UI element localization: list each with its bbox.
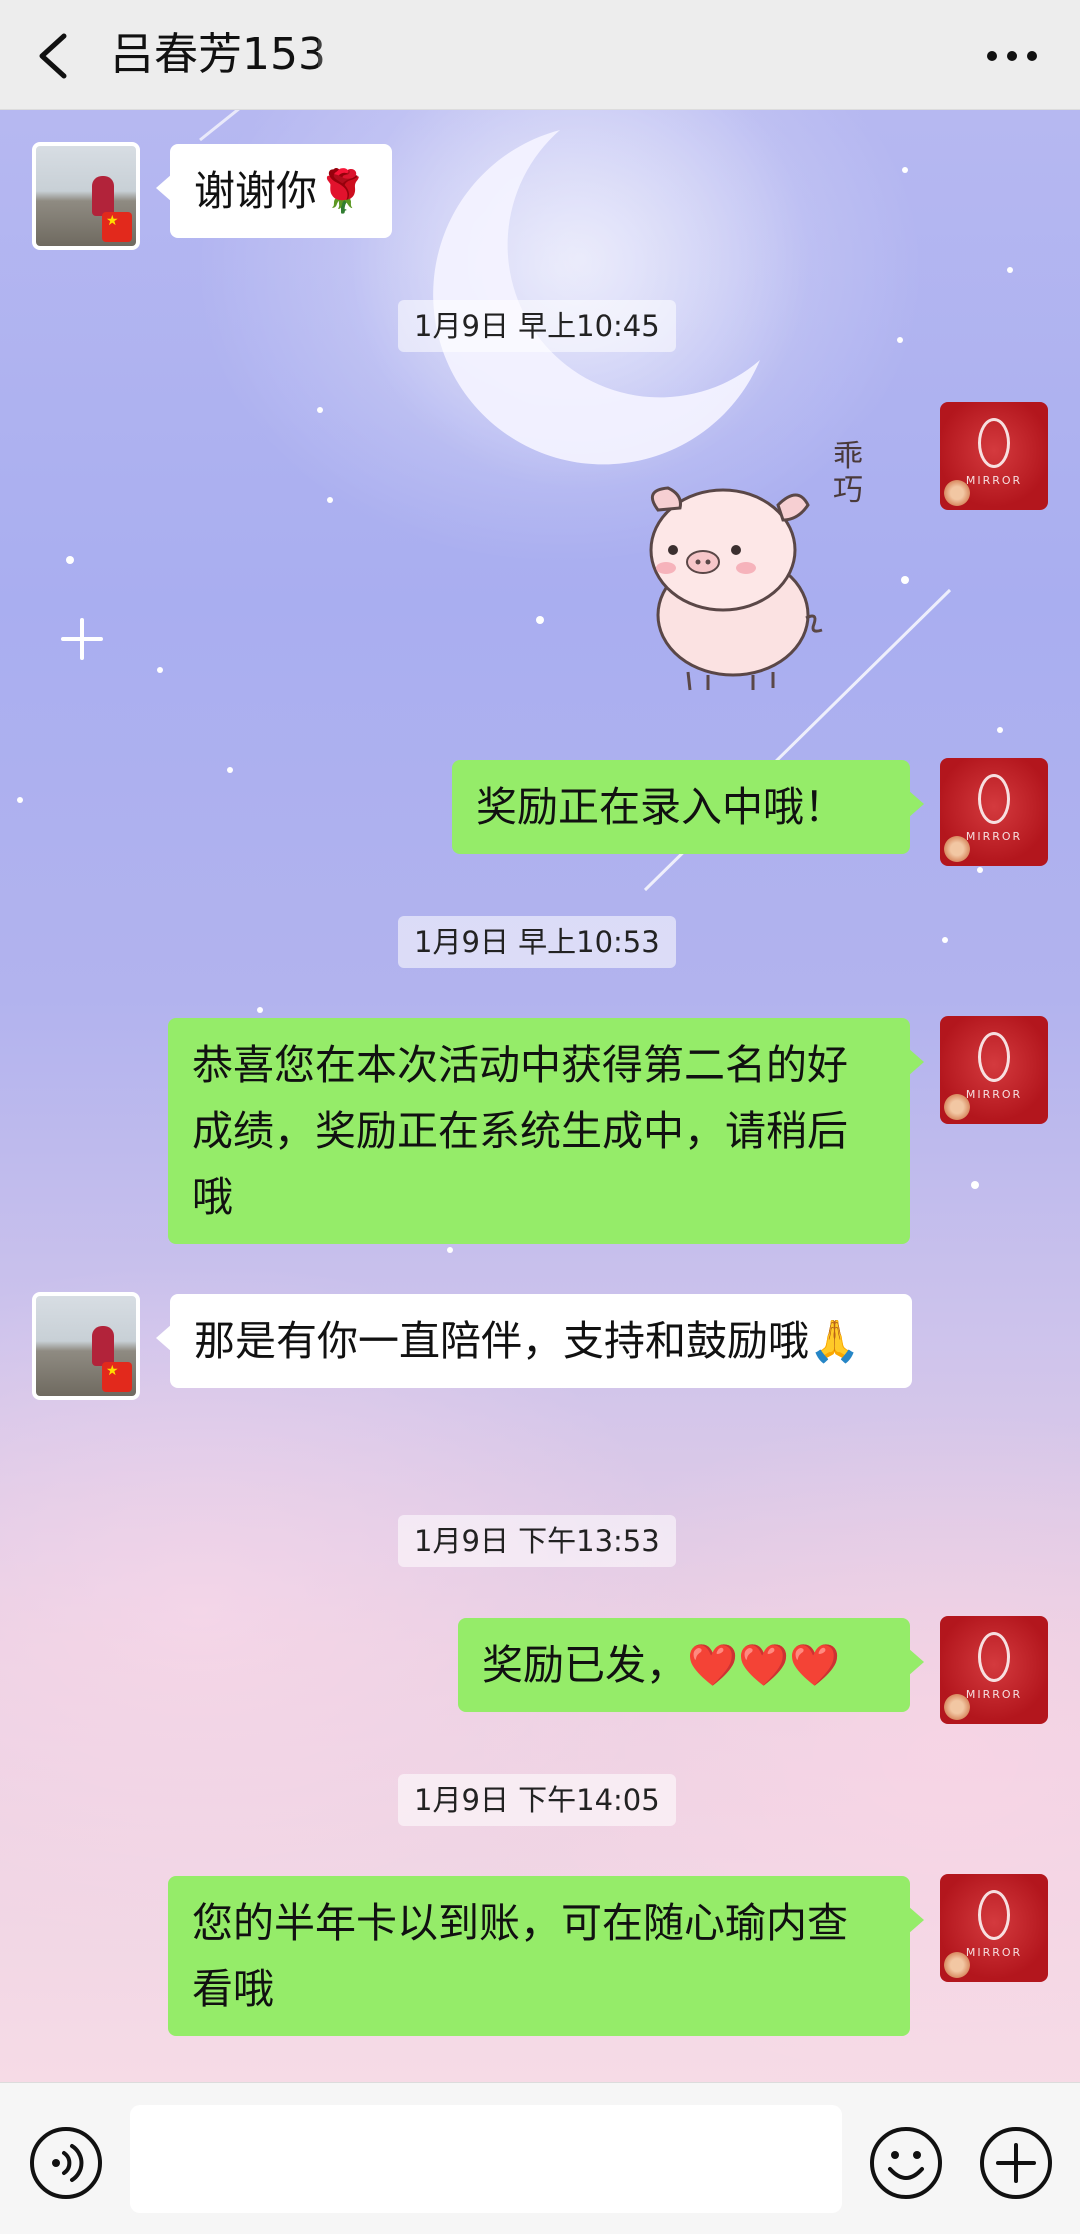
my-avatar[interactable]: MIRROR	[940, 1016, 1048, 1124]
timestamp: 1月9日 早上10:45	[398, 300, 676, 352]
chevron-left-icon	[39, 33, 67, 79]
plus-button[interactable]	[978, 2125, 1054, 2201]
my-avatar[interactable]: MIRROR	[940, 402, 1048, 510]
more-button[interactable]	[984, 36, 1040, 76]
avatar-logo	[978, 418, 1010, 468]
pig-sticker-image	[649, 486, 823, 691]
plus-icon	[980, 2127, 1052, 2199]
my-avatar[interactable]: MIRROR	[940, 1874, 1048, 1982]
contact-avatar[interactable]	[32, 142, 140, 250]
chat-title: 吕春芳153	[110, 29, 326, 80]
chat-header: 吕春芳153	[0, 0, 1080, 110]
avatar-person	[92, 176, 114, 216]
avatar-logo	[978, 1032, 1010, 1082]
input-bar	[0, 2082, 1080, 2234]
emoji-button[interactable]	[868, 2125, 944, 2201]
timestamp: 1月9日 下午13:53	[398, 1515, 676, 1567]
pig-sticker[interactable]: 乖巧	[628, 440, 868, 700]
message-bubble-out[interactable]: 您的半年卡以到账，可在随心瑜内查看哦	[168, 1876, 924, 2036]
timestamp: 1月9日 早上10:53	[398, 916, 676, 968]
message-bubble-in[interactable]: 谢谢你🌹	[155, 144, 393, 238]
message-bubble-out[interactable]: 恭喜您在本次活动中获得第二名的好成绩，奖励正在系统生成中，请稍后哦	[168, 1018, 924, 1244]
voice-icon	[30, 2127, 102, 2199]
avatar-person	[92, 1326, 114, 1366]
flower-icon	[942, 478, 972, 508]
chat-area[interactable]: 谢谢你🌹 1月9日 早上10:45 MIRROR 乖巧 MIRROR 奖励正在录…	[0, 110, 1080, 2082]
sticker-caption: 乖巧	[833, 439, 863, 508]
message-input[interactable]	[130, 2105, 842, 2213]
flower-icon	[942, 1092, 972, 1122]
contact-avatar[interactable]	[32, 1292, 140, 1400]
more-dots-icon	[987, 51, 1037, 61]
avatar-logo	[978, 1632, 1010, 1682]
flag-icon	[102, 1362, 132, 1392]
timestamp: 1月9日 下午14:05	[398, 1774, 676, 1826]
title-redaction	[318, 30, 688, 76]
flower-icon	[942, 834, 972, 864]
message-bubble-in[interactable]: 那是有你一直陪伴，支持和鼓励哦🙏	[156, 1294, 912, 1388]
message-bubble-out[interactable]: 奖励正在录入中哦！	[452, 760, 924, 854]
my-avatar[interactable]: MIRROR	[940, 758, 1048, 866]
my-avatar[interactable]: MIRROR	[940, 1616, 1048, 1724]
flower-icon	[942, 1692, 972, 1722]
flower-icon	[942, 1950, 972, 1980]
back-button[interactable]	[30, 28, 80, 84]
avatar-logo	[978, 1890, 1010, 1940]
voice-button[interactable]	[28, 2125, 104, 2201]
message-bubble-out[interactable]: 奖励已发，❤️❤️❤️	[458, 1618, 924, 1712]
emoji-icon	[870, 2127, 942, 2199]
flag-icon	[102, 212, 132, 242]
avatar-logo	[978, 774, 1010, 824]
